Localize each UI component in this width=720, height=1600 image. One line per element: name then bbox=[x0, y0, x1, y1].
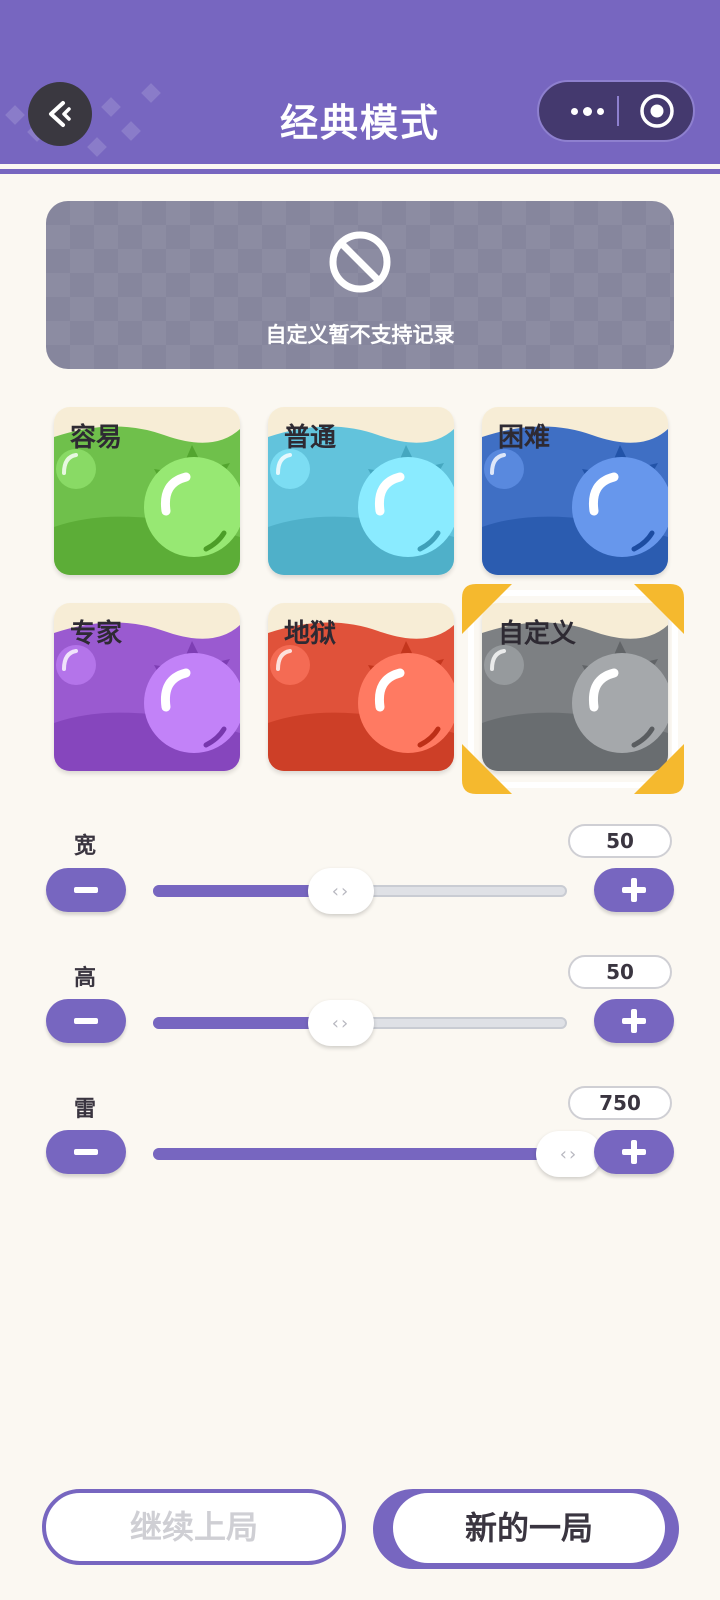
mines-slider-thumb[interactable]: ‹› bbox=[536, 1131, 602, 1177]
more-button[interactable] bbox=[559, 82, 615, 140]
selection-corner-tl bbox=[462, 584, 512, 634]
mode-card-label: 专家 bbox=[70, 619, 123, 649]
minus-icon bbox=[74, 887, 98, 893]
mode-card-expert[interactable]: 专家 bbox=[54, 603, 240, 771]
target-circle-icon[interactable] bbox=[639, 93, 675, 129]
mode-card-normal[interactable]: 普通 bbox=[268, 407, 454, 575]
minus-icon bbox=[74, 1149, 98, 1155]
mines-label: 雷 bbox=[74, 1097, 97, 1122]
mode-card-label: 普通 bbox=[284, 423, 337, 453]
width-slider-thumb[interactable]: ‹› bbox=[308, 868, 374, 914]
mode-card-hard[interactable]: 困难 bbox=[482, 407, 668, 575]
selection-corner-tr bbox=[634, 584, 684, 634]
height-increase-button[interactable] bbox=[594, 999, 674, 1043]
width-label: 宽 bbox=[74, 834, 97, 859]
width-decrease-button[interactable] bbox=[46, 868, 126, 912]
no-record-banner: 自定义暂不支持记录 bbox=[46, 201, 674, 369]
height-label: 高 bbox=[74, 966, 97, 991]
mode-card-label: 困难 bbox=[498, 423, 551, 453]
mines-value[interactable]: 750 bbox=[568, 1086, 672, 1120]
plus-icon bbox=[622, 1140, 646, 1164]
prohibited-icon bbox=[329, 231, 391, 293]
continue-game-button[interactable]: 继续上局 bbox=[42, 1489, 346, 1565]
plus-icon bbox=[622, 878, 646, 902]
height-decrease-button[interactable] bbox=[46, 999, 126, 1043]
mini-program-capsule bbox=[537, 80, 695, 142]
mode-card-label: 容易 bbox=[70, 423, 123, 453]
width-slider[interactable]: ‹› bbox=[153, 868, 567, 914]
selection-corner-bl bbox=[462, 744, 512, 794]
header-bar: 经典模式 bbox=[0, 0, 720, 164]
mines-decrease-button[interactable] bbox=[46, 1130, 126, 1174]
mines-increase-button[interactable] bbox=[594, 1130, 674, 1174]
mines-slider[interactable]: ‹› bbox=[153, 1131, 602, 1177]
height-value[interactable]: 50 bbox=[568, 955, 672, 989]
more-dots-icon-part bbox=[582, 106, 592, 116]
new-game-button[interactable]: 新的一局 bbox=[373, 1489, 679, 1569]
capsule-divider bbox=[617, 96, 619, 126]
more-dots-icon-part bbox=[596, 107, 604, 115]
more-dots-icon bbox=[570, 107, 578, 115]
mode-card-easy[interactable]: 容易 bbox=[54, 407, 240, 575]
plus-icon bbox=[622, 1009, 646, 1033]
selection-corner-br bbox=[634, 744, 684, 794]
width-increase-button[interactable] bbox=[594, 868, 674, 912]
width-value[interactable]: 50 bbox=[568, 824, 672, 858]
header-stripe bbox=[0, 169, 720, 174]
minus-icon bbox=[74, 1018, 98, 1024]
height-slider-thumb[interactable]: ‹› bbox=[308, 1000, 374, 1046]
mode-card-hell[interactable]: 地狱 bbox=[268, 603, 454, 771]
no-record-text: 自定义暂不支持记录 bbox=[265, 323, 455, 347]
new-game-label: 新的一局 bbox=[393, 1493, 665, 1563]
selection-corners bbox=[462, 584, 684, 794]
mode-card-label: 地狱 bbox=[284, 619, 337, 649]
mines-slider-fill bbox=[153, 1148, 567, 1160]
height-slider[interactable]: ‹› bbox=[153, 1000, 567, 1046]
